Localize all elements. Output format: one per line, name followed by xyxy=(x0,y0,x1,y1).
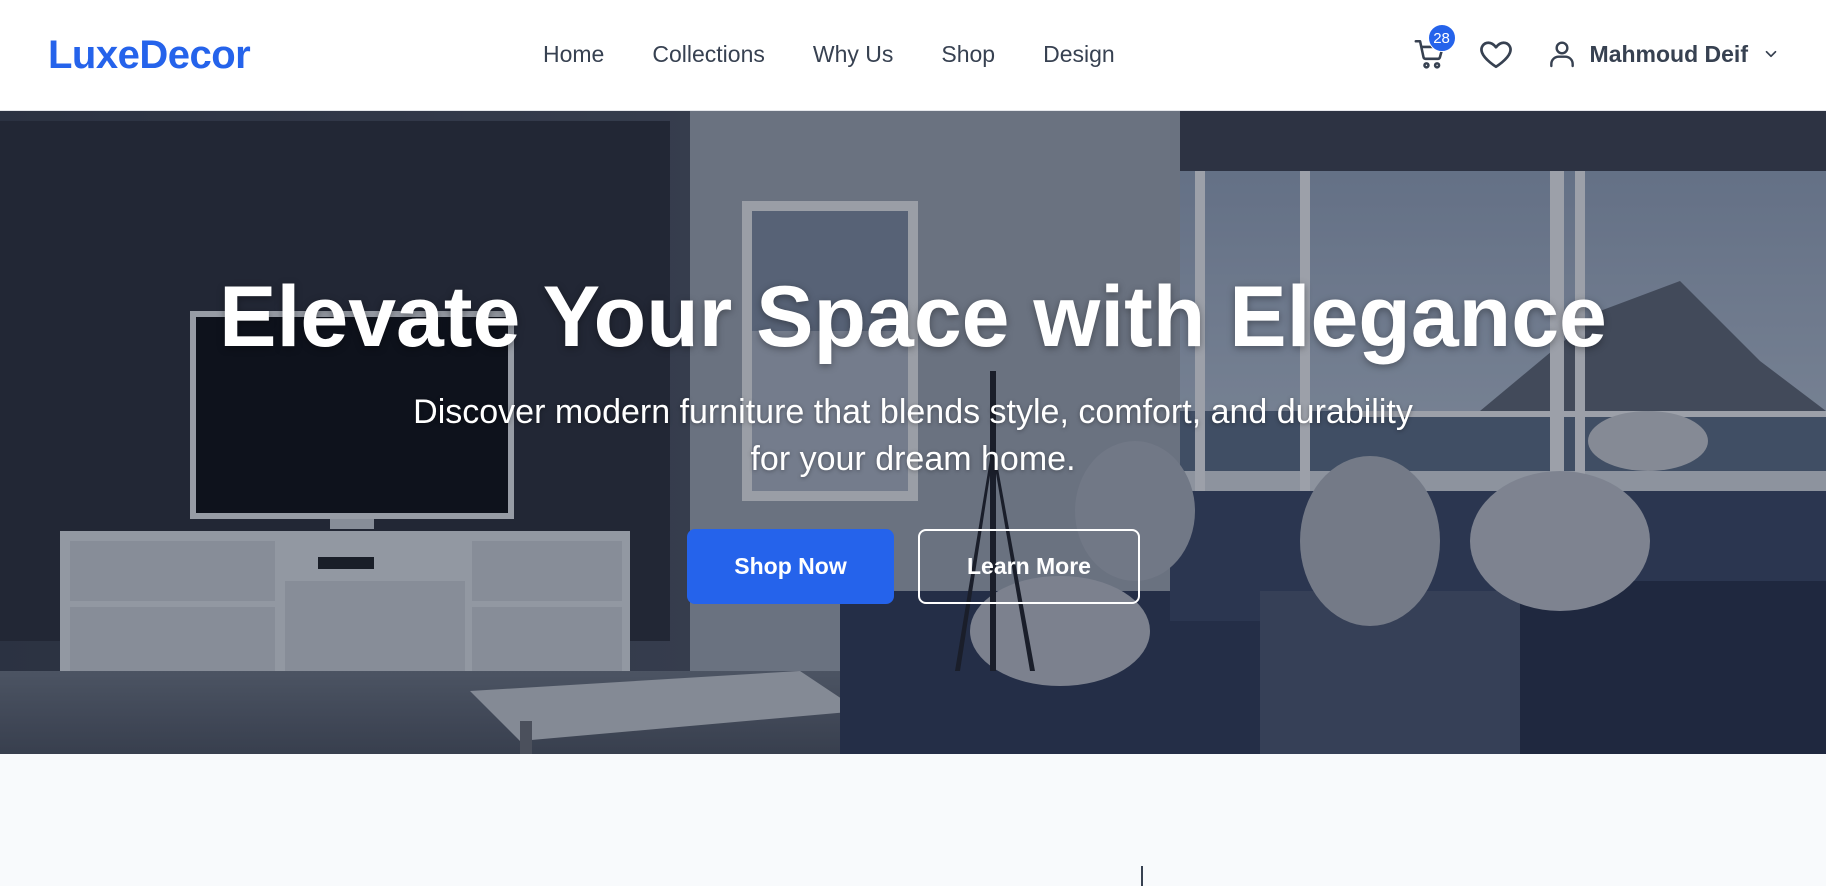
nav-link-home[interactable]: Home xyxy=(543,40,604,68)
nav-actions: 28 Mahmoud Deif xyxy=(1410,24,1780,76)
wishlist-button[interactable] xyxy=(1476,34,1516,74)
cart-button[interactable]: 28 xyxy=(1410,24,1456,74)
learn-more-button[interactable]: Learn More xyxy=(918,529,1140,604)
brand-logo[interactable]: LuxeDecor xyxy=(48,32,251,78)
below-hero-section xyxy=(0,754,1826,886)
user-icon xyxy=(1549,41,1574,68)
cart-count-badge: 28 xyxy=(1427,24,1456,52)
hero-content: Elevate Your Space with Elegance Discove… xyxy=(0,111,1826,754)
hero-title: Elevate Your Space with Elegance xyxy=(219,269,1607,365)
chevron-down-icon xyxy=(1765,50,1777,58)
user-name: Mahmoud Deif xyxy=(1589,41,1748,67)
text-cursor xyxy=(1141,866,1143,886)
hero-section: Elevate Your Space with Elegance Discove… xyxy=(0,111,1826,754)
user-menu[interactable]: Mahmoud Deif xyxy=(1546,37,1780,71)
main-nav: Home Collections Why Us Shop Design xyxy=(543,40,1115,68)
nav-link-collections[interactable]: Collections xyxy=(652,40,765,68)
page: LuxeDecor Home Collections Why Us Shop D… xyxy=(0,0,1826,886)
hero-subtitle: Discover modern furniture that blends st… xyxy=(413,393,1413,478)
heart-icon xyxy=(1479,41,1512,69)
top-navbar: LuxeDecor Home Collections Why Us Shop D… xyxy=(0,0,1826,111)
nav-link-shop[interactable]: Shop xyxy=(941,40,995,68)
shop-now-button[interactable]: Shop Now xyxy=(687,529,894,604)
nav-link-why-us[interactable]: Why Us xyxy=(813,40,894,68)
nav-link-design[interactable]: Design xyxy=(1043,40,1115,68)
